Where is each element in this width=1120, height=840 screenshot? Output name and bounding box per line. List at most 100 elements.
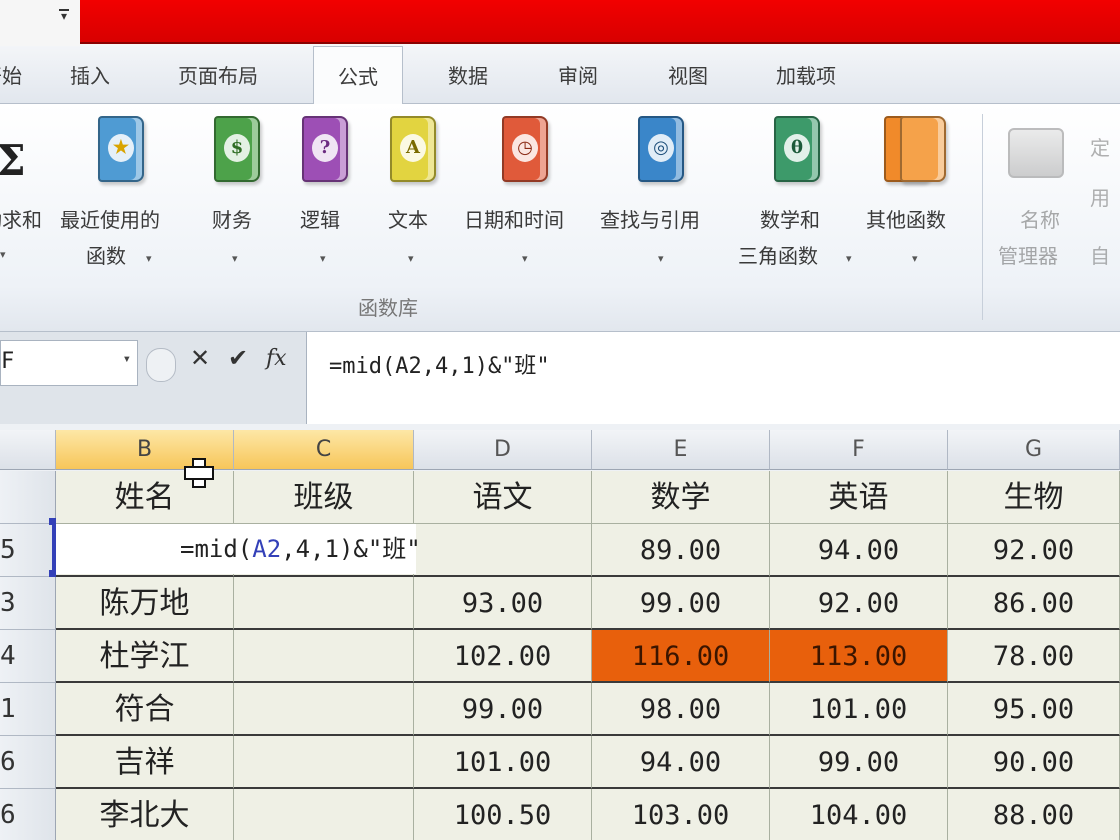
header-cell-english[interactable]: 英语 bbox=[770, 471, 948, 524]
tab-view[interactable]: 视图 bbox=[668, 60, 708, 89]
tab-data[interactable]: 数据 bbox=[448, 60, 488, 89]
define-name-partial[interactable]: 定 用 自 bbox=[1088, 116, 1120, 306]
cell-biology[interactable]: 95.00 bbox=[948, 683, 1120, 736]
cell-english[interactable]: 101.00 bbox=[770, 683, 948, 736]
logical-button[interactable]: ? 逻辑 ▾ bbox=[296, 116, 356, 306]
row-header[interactable]: 3 bbox=[0, 577, 56, 630]
tab-insert[interactable]: 插入 bbox=[70, 60, 110, 89]
header-cell-biology[interactable]: 生物 bbox=[948, 471, 1120, 524]
math-trig-button[interactable]: θ 数学和 三角函数 ▾ bbox=[736, 116, 862, 306]
cell-biology[interactable]: 92.00 bbox=[948, 524, 1120, 577]
math-book-icon: θ bbox=[774, 116, 820, 182]
cell-name[interactable]: 吉祥 bbox=[56, 736, 234, 789]
group-separator bbox=[982, 114, 983, 320]
cell-select-cursor-icon bbox=[182, 456, 214, 488]
more-functions-book-icon-2 bbox=[900, 116, 946, 182]
cell-class[interactable] bbox=[234, 789, 414, 840]
insert-function-icon[interactable]: fx bbox=[266, 346, 287, 371]
text-functions-button[interactable]: A 文本 ▾ bbox=[384, 116, 444, 306]
cell-name[interactable]: 杜学江 bbox=[56, 630, 234, 683]
lookup-reference-button[interactable]: ◎ 查找与引用 ▾ bbox=[598, 116, 728, 306]
editor-prefix: =mid( bbox=[180, 535, 253, 563]
header-cell-class[interactable]: 班级 bbox=[234, 471, 414, 524]
name-box[interactable]: F ▾ bbox=[0, 340, 138, 386]
cell-class[interactable] bbox=[234, 630, 414, 683]
cell-math-highlighted[interactable]: 116.00 bbox=[592, 630, 770, 683]
tab-page-layout[interactable]: 页面布局 bbox=[178, 60, 258, 89]
name-manager-button[interactable]: 名称 管理器 bbox=[996, 116, 1080, 306]
cell-math[interactable]: 89.00 bbox=[592, 524, 770, 577]
selection-handle[interactable] bbox=[49, 570, 56, 577]
cell-biology[interactable]: 90.00 bbox=[948, 736, 1120, 789]
cell-math[interactable]: 98.00 bbox=[592, 683, 770, 736]
tab-review[interactable]: 审阅 bbox=[558, 60, 598, 89]
cell-name[interactable]: 李北大 bbox=[56, 789, 234, 840]
quick-access-dropdown-icon[interactable]: ▾ bbox=[55, 6, 73, 26]
row-header[interactable]: 6 bbox=[0, 789, 56, 840]
cell-biology[interactable]: 78.00 bbox=[948, 630, 1120, 683]
column-header-g[interactable]: G bbox=[948, 430, 1120, 470]
autosum-button[interactable]: Σ 自动求和 ▾ bbox=[0, 116, 56, 306]
tab-formulas[interactable]: 公式 bbox=[313, 46, 403, 105]
cell-math[interactable]: 94.00 bbox=[592, 736, 770, 789]
date-time-button[interactable]: ◷ 日期和时间 ▾ bbox=[462, 116, 592, 306]
sigma-icon: Σ bbox=[0, 136, 26, 185]
cell-chinese[interactable]: 102.00 bbox=[414, 630, 592, 683]
select-all-corner[interactable] bbox=[0, 430, 56, 470]
cell-name[interactable]: 符合 bbox=[56, 683, 234, 736]
name-box-dropdown-icon[interactable]: ▾ bbox=[123, 351, 131, 367]
financial-button[interactable]: $ 财务 ▾ bbox=[206, 116, 266, 306]
row-header[interactable]: 6 bbox=[0, 736, 56, 789]
cell-biology[interactable]: 88.00 bbox=[948, 789, 1120, 840]
tab-add-ins[interactable]: 加载项 bbox=[776, 60, 836, 89]
column-header-e[interactable]: E bbox=[592, 430, 770, 470]
row-header[interactable]: 5 bbox=[0, 524, 56, 577]
column-header-f[interactable]: F bbox=[770, 430, 948, 470]
in-cell-formula-editor[interactable]: =mid(A2,4,1)&"班" bbox=[56, 524, 421, 574]
lookup-book-icon: ◎ bbox=[638, 116, 684, 182]
cell-chinese[interactable]: 101.00 bbox=[414, 736, 592, 789]
ribbon-tabs: 开始 插入 页面布局 公式 数据 审阅 视图 加载项 bbox=[0, 46, 1120, 105]
cell-math[interactable]: 99.00 bbox=[592, 577, 770, 630]
recently-used-button[interactable]: ★ 最近使用的 函数 ▾ bbox=[60, 116, 192, 306]
cell-english[interactable]: 92.00 bbox=[770, 577, 948, 630]
cell-chinese[interactable]: 93.00 bbox=[414, 577, 592, 630]
formula-bar: F ▾ ✕ ✔ fx =mid(A2,4,1)&"班" bbox=[0, 332, 1120, 424]
cell-english[interactable]: 104.00 bbox=[770, 789, 948, 840]
logical-label: 逻辑 bbox=[300, 208, 340, 232]
cell-chinese[interactable]: 100.50 bbox=[414, 789, 592, 840]
define-name-partial-label: 定 bbox=[1090, 136, 1110, 160]
header-cell-chinese[interactable]: 语文 bbox=[414, 471, 592, 524]
cell-english[interactable]: 99.00 bbox=[770, 736, 948, 789]
cell-math[interactable]: 103.00 bbox=[592, 789, 770, 840]
formula-input[interactable]: =mid(A2,4,1)&"班" bbox=[306, 332, 1120, 424]
editor-cell-reference: A2 bbox=[252, 535, 282, 563]
row-header[interactable]: 1 bbox=[0, 683, 56, 736]
logical-book-icon: ? bbox=[302, 116, 348, 182]
formula-bar-grip[interactable] bbox=[146, 348, 176, 382]
selection-border bbox=[52, 520, 56, 576]
use-in-formula-partial-label: 用 bbox=[1090, 186, 1110, 210]
tab-home[interactable]: 开始 bbox=[0, 60, 22, 89]
cell-chinese[interactable] bbox=[414, 524, 592, 577]
cancel-icon[interactable]: ✕ bbox=[190, 344, 210, 372]
column-header-c[interactable]: C bbox=[234, 430, 414, 470]
cell-name[interactable]: 陈万地 bbox=[56, 577, 234, 630]
recently-used-label: 最近使用的 bbox=[60, 208, 160, 232]
cell-biology[interactable]: 86.00 bbox=[948, 577, 1120, 630]
cell-class[interactable] bbox=[234, 683, 414, 736]
header-cell-math[interactable]: 数学 bbox=[592, 471, 770, 524]
cell-class[interactable] bbox=[234, 736, 414, 789]
cell-chinese[interactable]: 99.00 bbox=[414, 683, 592, 736]
row-header[interactable]: 4 bbox=[0, 630, 56, 683]
cell-class[interactable] bbox=[234, 577, 414, 630]
row-header[interactable] bbox=[0, 471, 56, 524]
cell-english-highlighted[interactable]: 113.00 bbox=[770, 630, 948, 683]
more-functions-button[interactable]: 其他函数 ▾ bbox=[866, 116, 970, 306]
enter-icon[interactable]: ✔ bbox=[228, 344, 248, 372]
financial-label: 财务 bbox=[212, 208, 252, 232]
cell-english[interactable]: 94.00 bbox=[770, 524, 948, 577]
dropdown-arrow-icon: ▾ bbox=[232, 252, 238, 265]
selection-handle[interactable] bbox=[49, 518, 56, 525]
column-header-d[interactable]: D bbox=[414, 430, 592, 470]
